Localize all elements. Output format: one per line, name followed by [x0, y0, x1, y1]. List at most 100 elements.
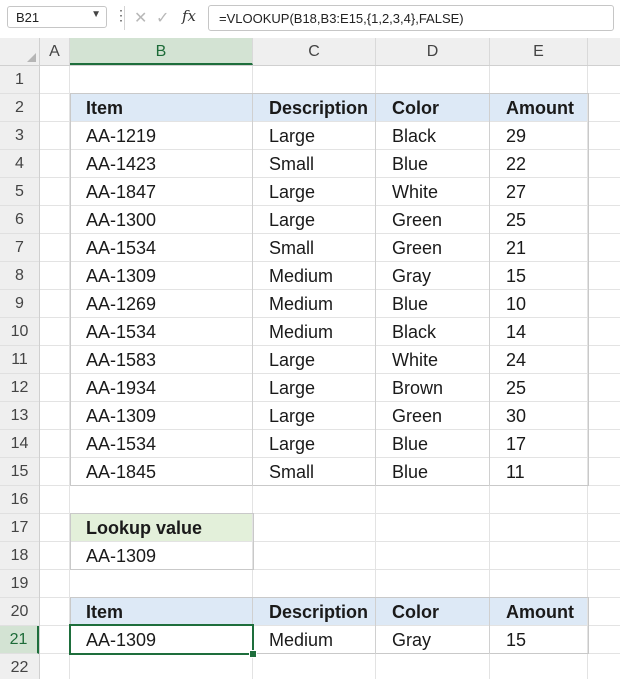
table-cell[interactable]: Black	[376, 318, 489, 345]
row-header-11[interactable]: 11	[0, 346, 39, 374]
formula-input[interactable]: =VLOOKUP(B18,B3:E15,{1,2,3,4},FALSE)	[208, 5, 614, 31]
lookup-value-cell[interactable]: AA-1309	[70, 542, 252, 569]
row-header-3[interactable]: 3	[0, 122, 39, 150]
table-header-cell[interactable]: Amount	[490, 94, 587, 121]
table-cell[interactable]: Black	[376, 122, 489, 149]
table-cell[interactable]: AA-1534	[70, 234, 252, 261]
table-cell[interactable]: Large	[253, 178, 375, 205]
table-cell[interactable]: Medium	[253, 318, 375, 345]
result-cell[interactable]: Medium	[253, 626, 375, 653]
vertical-dots-icon[interactable]: ⋮	[114, 8, 128, 22]
table-cell[interactable]: Green	[376, 402, 489, 429]
table-cell[interactable]: AA-1309	[70, 402, 252, 429]
table-cell[interactable]: 27	[490, 178, 587, 205]
row-header-5[interactable]: 5	[0, 178, 39, 206]
table-cell[interactable]: AA-1934	[70, 374, 252, 401]
row-header-15[interactable]: 15	[0, 458, 39, 486]
row-header-20[interactable]: 20	[0, 598, 39, 626]
column-header-a[interactable]: A	[40, 38, 70, 65]
row-header-14[interactable]: 14	[0, 430, 39, 458]
column-header-d[interactable]: D	[376, 38, 490, 65]
result-header-cell[interactable]: Description	[253, 598, 375, 625]
table-cell[interactable]: 15	[490, 262, 587, 289]
table-cell[interactable]: Large	[253, 374, 375, 401]
table-cell[interactable]: Gray	[376, 262, 489, 289]
table-cell[interactable]: Blue	[376, 430, 489, 457]
table-cell[interactable]: Blue	[376, 458, 489, 485]
table-cell[interactable]: Large	[253, 206, 375, 233]
table-cell[interactable]: AA-1269	[70, 290, 252, 317]
row-header-1[interactable]: 1	[0, 66, 39, 94]
row-header-18[interactable]: 18	[0, 542, 39, 570]
table-cell[interactable]: 25	[490, 206, 587, 233]
table-cell[interactable]: Small	[253, 150, 375, 177]
select-all-button[interactable]	[0, 38, 40, 66]
result-header-cell[interactable]: Color	[376, 598, 489, 625]
table-cell[interactable]: Large	[253, 122, 375, 149]
row-header-12[interactable]: 12	[0, 374, 39, 402]
cancel-x-icon[interactable]: ✕	[134, 8, 147, 28]
table-cell[interactable]: Medium	[253, 290, 375, 317]
table-cell[interactable]: 25	[490, 374, 587, 401]
table-header-cell[interactable]: Description	[253, 94, 375, 121]
row-header-22[interactable]: 22	[0, 654, 39, 679]
row-header-6[interactable]: 6	[0, 206, 39, 234]
table-cell[interactable]: Green	[376, 234, 489, 261]
lookup-value-label[interactable]: Lookup value	[70, 514, 252, 541]
table-cell[interactable]: 24	[490, 346, 587, 373]
table-cell[interactable]: 22	[490, 150, 587, 177]
table-cell[interactable]: 29	[490, 122, 587, 149]
table-cell[interactable]: White	[376, 178, 489, 205]
table-cell[interactable]: 10	[490, 290, 587, 317]
result-cell[interactable]: 15	[490, 626, 587, 653]
table-cell[interactable]: AA-1219	[70, 122, 252, 149]
table-cell[interactable]: Large	[253, 430, 375, 457]
table-cell[interactable]: AA-1583	[70, 346, 252, 373]
checkmark-icon[interactable]: ✓	[156, 8, 169, 28]
table-cell[interactable]: 11	[490, 458, 587, 485]
table-cell[interactable]: AA-1423	[70, 150, 252, 177]
row-header-10[interactable]: 10	[0, 318, 39, 346]
column-header-e[interactable]: E	[490, 38, 588, 65]
result-header-cell[interactable]: Item	[70, 598, 252, 625]
result-header-cell[interactable]: Amount	[490, 598, 587, 625]
column-header-b[interactable]: B	[70, 38, 253, 65]
table-cell[interactable]: AA-1534	[70, 430, 252, 457]
row-header-7[interactable]: 7	[0, 234, 39, 262]
table-cell[interactable]: Brown	[376, 374, 489, 401]
table-cell[interactable]: Blue	[376, 150, 489, 177]
table-header-cell[interactable]: Item	[70, 94, 252, 121]
table-cell[interactable]: AA-1847	[70, 178, 252, 205]
name-box[interactable]: B21 ▼	[7, 6, 107, 28]
result-cell[interactable]: Gray	[376, 626, 489, 653]
table-cell[interactable]: Large	[253, 346, 375, 373]
table-cell[interactable]: 14	[490, 318, 587, 345]
table-cell[interactable]: Blue	[376, 290, 489, 317]
row-header-16[interactable]: 16	[0, 486, 39, 514]
table-cell[interactable]: Green	[376, 206, 489, 233]
column-header-c[interactable]: C	[253, 38, 376, 65]
table-cell[interactable]: White	[376, 346, 489, 373]
chevron-down-icon[interactable]: ▼	[91, 9, 101, 20]
table-cell[interactable]: 17	[490, 430, 587, 457]
row-header-9[interactable]: 9	[0, 290, 39, 318]
row-header-21[interactable]: 21	[0, 626, 39, 654]
row-header-2[interactable]: 2	[0, 94, 39, 122]
row-header-13[interactable]: 13	[0, 402, 39, 430]
table-cell[interactable]: AA-1309	[70, 262, 252, 289]
table-cell[interactable]: Small	[253, 458, 375, 485]
table-cell[interactable]: Medium	[253, 262, 375, 289]
table-cell[interactable]: AA-1300	[70, 206, 252, 233]
table-cell[interactable]: AA-1845	[70, 458, 252, 485]
table-cell[interactable]: Large	[253, 402, 375, 429]
table-cell[interactable]: 30	[490, 402, 587, 429]
table-cell[interactable]: Small	[253, 234, 375, 261]
table-cell[interactable]: 21	[490, 234, 587, 261]
fill-handle[interactable]	[249, 650, 257, 658]
fx-icon[interactable]: fx	[182, 7, 196, 25]
table-header-cell[interactable]: Color	[376, 94, 489, 121]
row-header-8[interactable]: 8	[0, 262, 39, 290]
row-header-4[interactable]: 4	[0, 150, 39, 178]
row-header-17[interactable]: 17	[0, 514, 39, 542]
row-header-19[interactable]: 19	[0, 570, 39, 598]
